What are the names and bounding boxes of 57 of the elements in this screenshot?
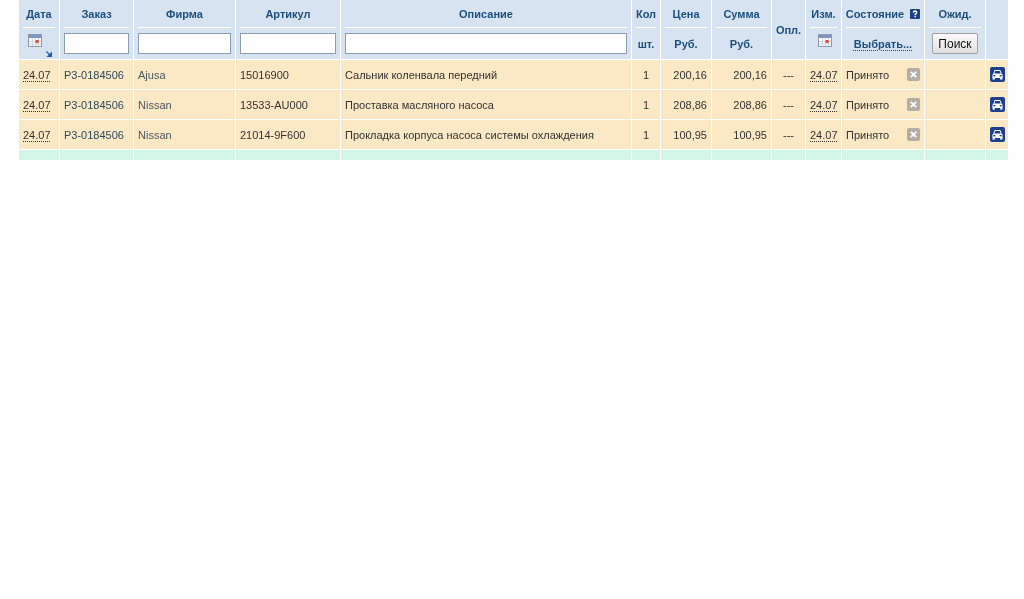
search-button[interactable]: Поиск <box>932 33 978 54</box>
column-header: Дата <box>26 7 52 20</box>
column-header: Кол <box>635 7 657 20</box>
quantity: 1 <box>642 128 650 141</box>
column-header: Артикул <box>265 7 311 20</box>
brand-name: Ajusa <box>138 68 166 81</box>
order-number: P3-0184506 <box>64 68 124 81</box>
calendar-icon[interactable] <box>817 33 832 47</box>
remove-icon[interactable] <box>907 98 920 111</box>
sum: 200,16 <box>733 68 767 81</box>
car-icon[interactable] <box>990 67 1005 82</box>
payment-mark: --- <box>783 128 794 141</box>
status-text: Принято <box>846 128 890 141</box>
column-header: Изм. <box>811 7 836 20</box>
brand-name: Nissan <box>138 98 172 111</box>
quantity: 1 <box>642 68 650 81</box>
help-icon[interactable] <box>910 8 921 19</box>
order-number: P3-0184506 <box>64 98 124 111</box>
remove-icon[interactable] <box>907 68 920 81</box>
filter-input[interactable] <box>138 33 231 54</box>
order-number: P3-0184506 <box>64 128 124 141</box>
unit-label: Руб. <box>674 37 698 50</box>
column-header: Состояние <box>845 7 905 20</box>
unit-label: Руб. <box>729 37 754 50</box>
calendar-icon[interactable] <box>28 33 42 47</box>
price: 208,86 <box>673 98 707 111</box>
article-number: 13533-AU000 <box>240 98 308 111</box>
status-text: Принято <box>846 98 890 111</box>
column-header: Описание <box>459 7 513 20</box>
payment-mark: --- <box>783 68 794 81</box>
car-icon[interactable] <box>990 97 1005 112</box>
filter-input[interactable] <box>345 33 627 54</box>
sum: 208,86 <box>733 98 767 111</box>
filter-input[interactable] <box>64 33 129 54</box>
brand-name: Nissan <box>138 128 172 141</box>
price: 100,95 <box>673 128 707 141</box>
car-icon[interactable] <box>990 127 1005 142</box>
column-header: Цена <box>672 7 700 20</box>
column-header: Сумма <box>723 7 760 20</box>
payment-mark: --- <box>783 98 794 111</box>
quantity: 1 <box>642 98 650 111</box>
price: 200,16 <box>673 68 707 81</box>
article-number: 15016900 <box>240 68 289 81</box>
select-link[interactable]: Выбрать... <box>853 37 913 50</box>
description-text: Проставка масляного насоса <box>345 98 494 111</box>
article-number: 21014-9F600 <box>240 128 306 141</box>
unit-label: шт. <box>637 37 655 50</box>
remove-icon[interactable] <box>907 128 920 141</box>
sum: 100,95 <box>733 128 767 141</box>
column-header: Фирма <box>166 7 203 20</box>
status-text: Принято <box>846 68 890 81</box>
column-header: Заказ <box>81 7 112 20</box>
description-text: Прокладка корпуса насоса системы охлаждения <box>345 128 594 141</box>
column-header: Ожид. <box>938 7 972 20</box>
description-text: Сальник коленвала передний <box>345 68 498 81</box>
filter-input[interactable] <box>240 33 336 54</box>
column-header: Опл. <box>775 23 802 36</box>
